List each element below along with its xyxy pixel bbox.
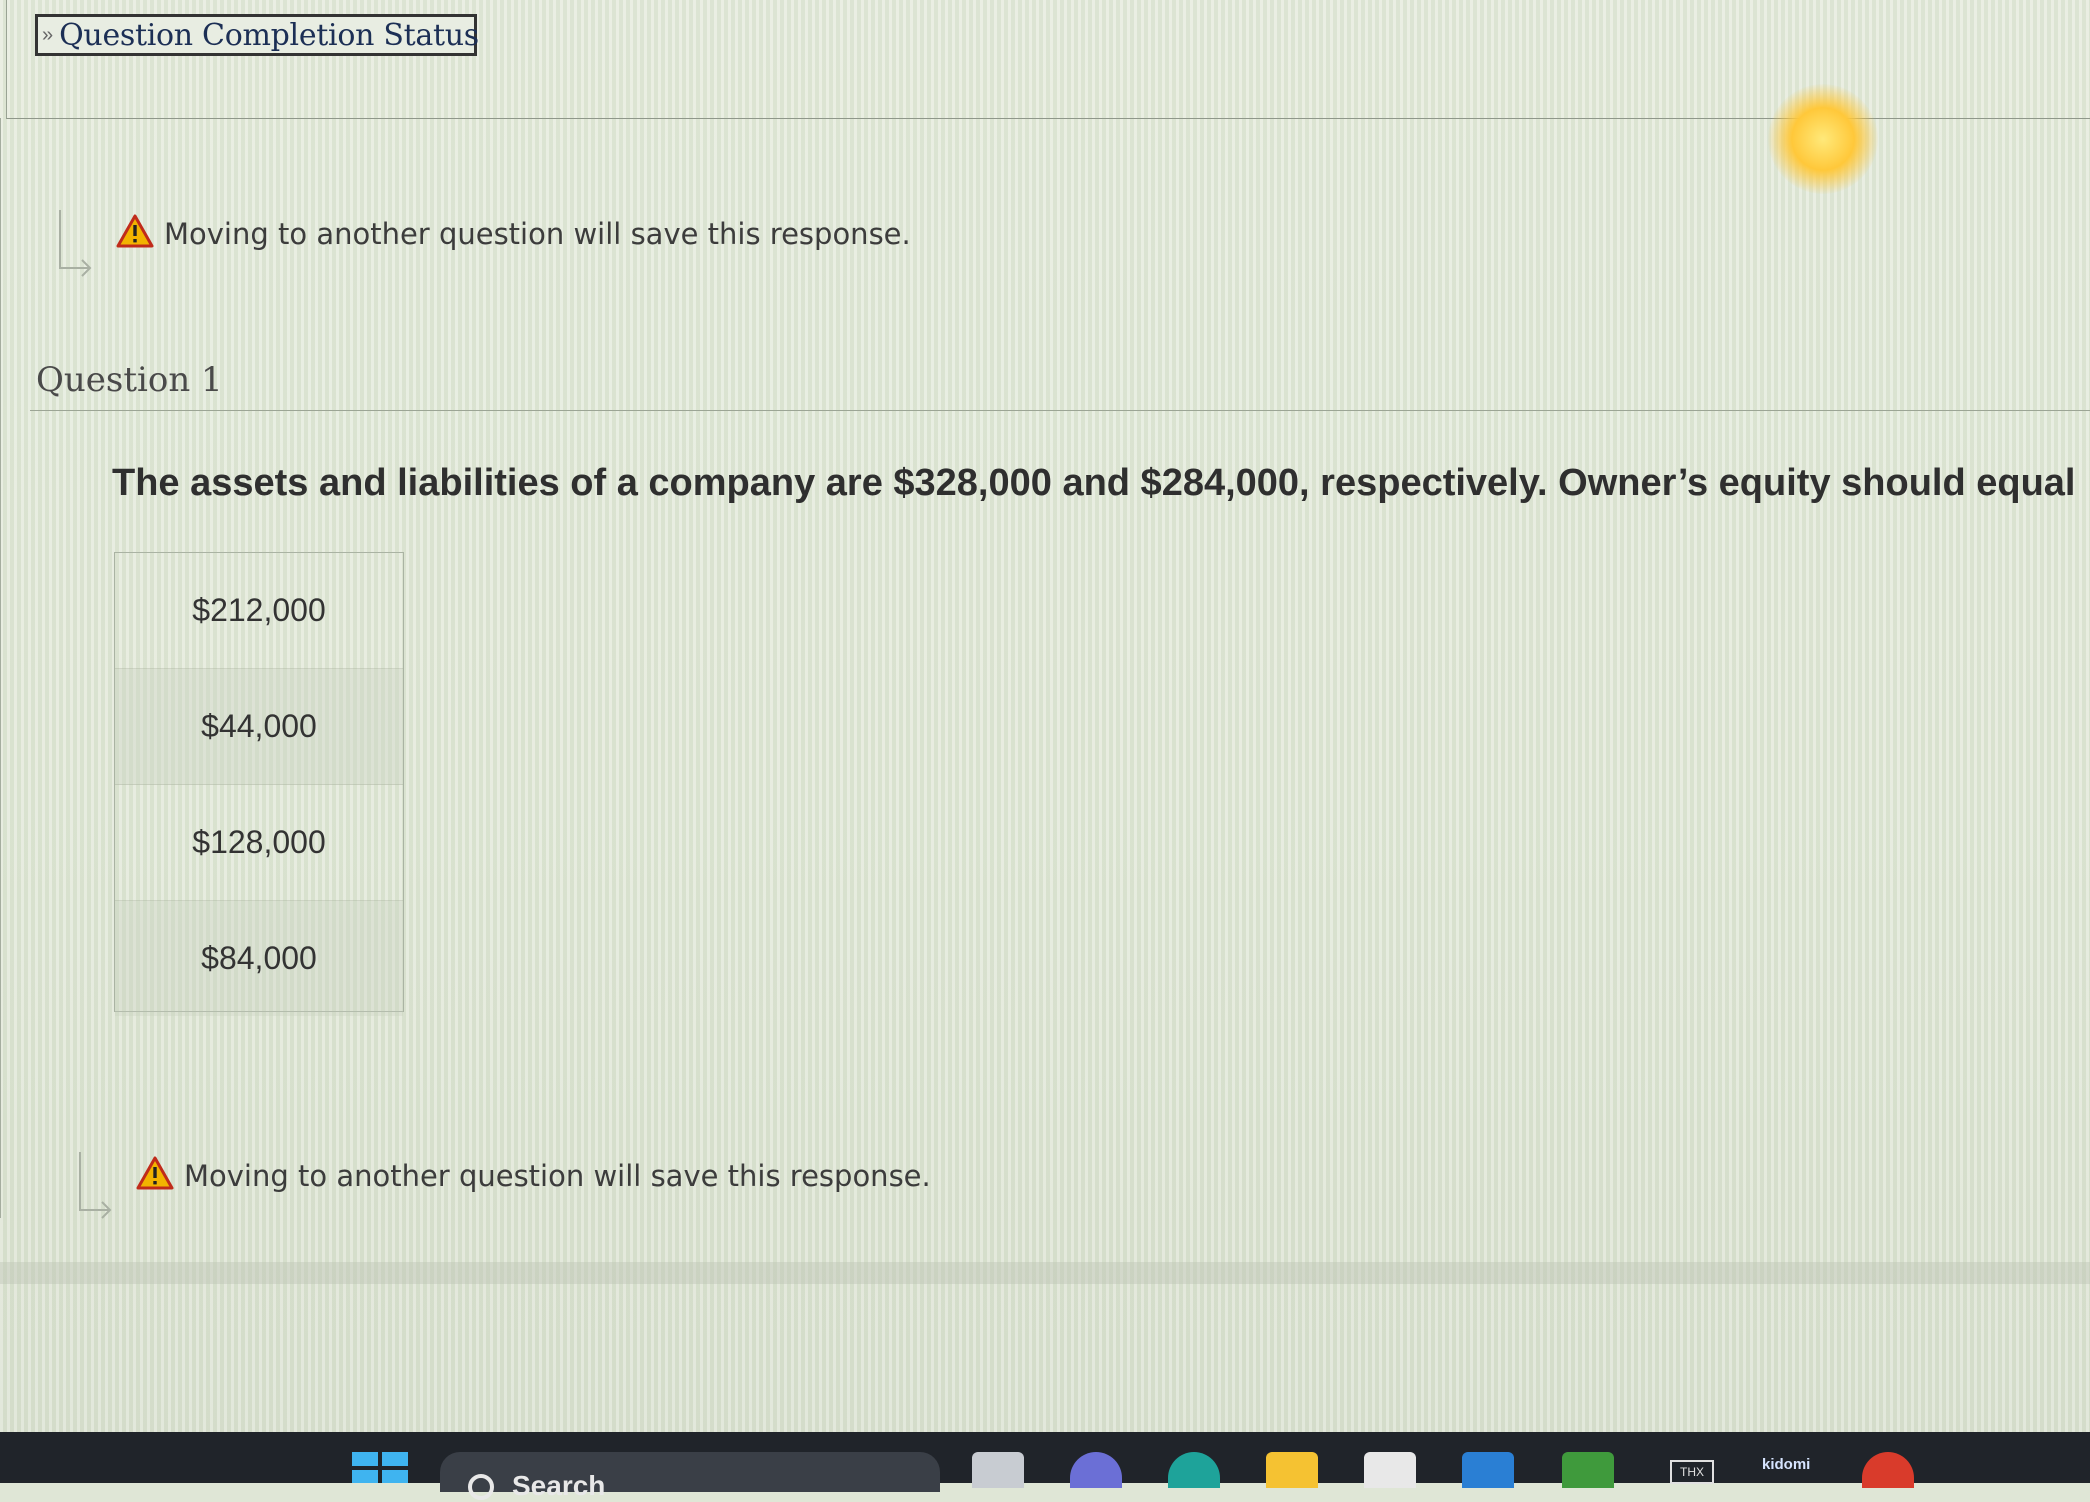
expand-chevron-icon: » [42,23,54,46]
completion-status-label: Question Completion Status [59,17,479,53]
answer-option[interactable]: $44,000 [115,669,403,785]
taskbar-search-box[interactable]: Search [440,1452,940,1501]
save-warning-top: Moving to another question will save thi… [52,208,911,277]
page-footer-strip [0,1262,2090,1284]
warning-text: Moving to another question will save thi… [164,217,911,251]
completion-status-panel: » Question Completion Status [6,0,2090,119]
question-completion-status-button[interactable]: » Question Completion Status [35,14,479,56]
thx-icon[interactable]: THX [1670,1460,1714,1484]
browser-viewport: » Question Completion Status Moving to a… [0,0,2090,1432]
return-arrow-icon [52,208,92,277]
content-border [0,118,1,1218]
warning-text: Moving to another question will save thi… [184,1159,931,1193]
return-arrow-icon [72,1150,112,1219]
warning-icon [116,214,154,255]
kidomi-icon[interactable]: kidomi [1762,1456,1810,1473]
warning-icon [136,1156,174,1197]
question-title: Question 1 [36,360,223,400]
answer-options: $212,000 $44,000 $128,000 $84,000 [114,552,404,1016]
answer-option[interactable]: $128,000 [115,785,403,901]
answer-option[interactable]: $212,000 [115,553,403,669]
search-label: Search [512,1470,606,1501]
screen-glare [1768,84,1878,194]
search-icon [468,1474,494,1500]
windows-start-icon[interactable] [352,1452,408,1483]
question-text: The assets and liabilities of a company … [112,462,2076,504]
question-divider [30,410,2090,411]
answer-option[interactable]: $84,000 [115,901,403,1016]
save-warning-bottom: Moving to another question will save thi… [72,1150,931,1219]
